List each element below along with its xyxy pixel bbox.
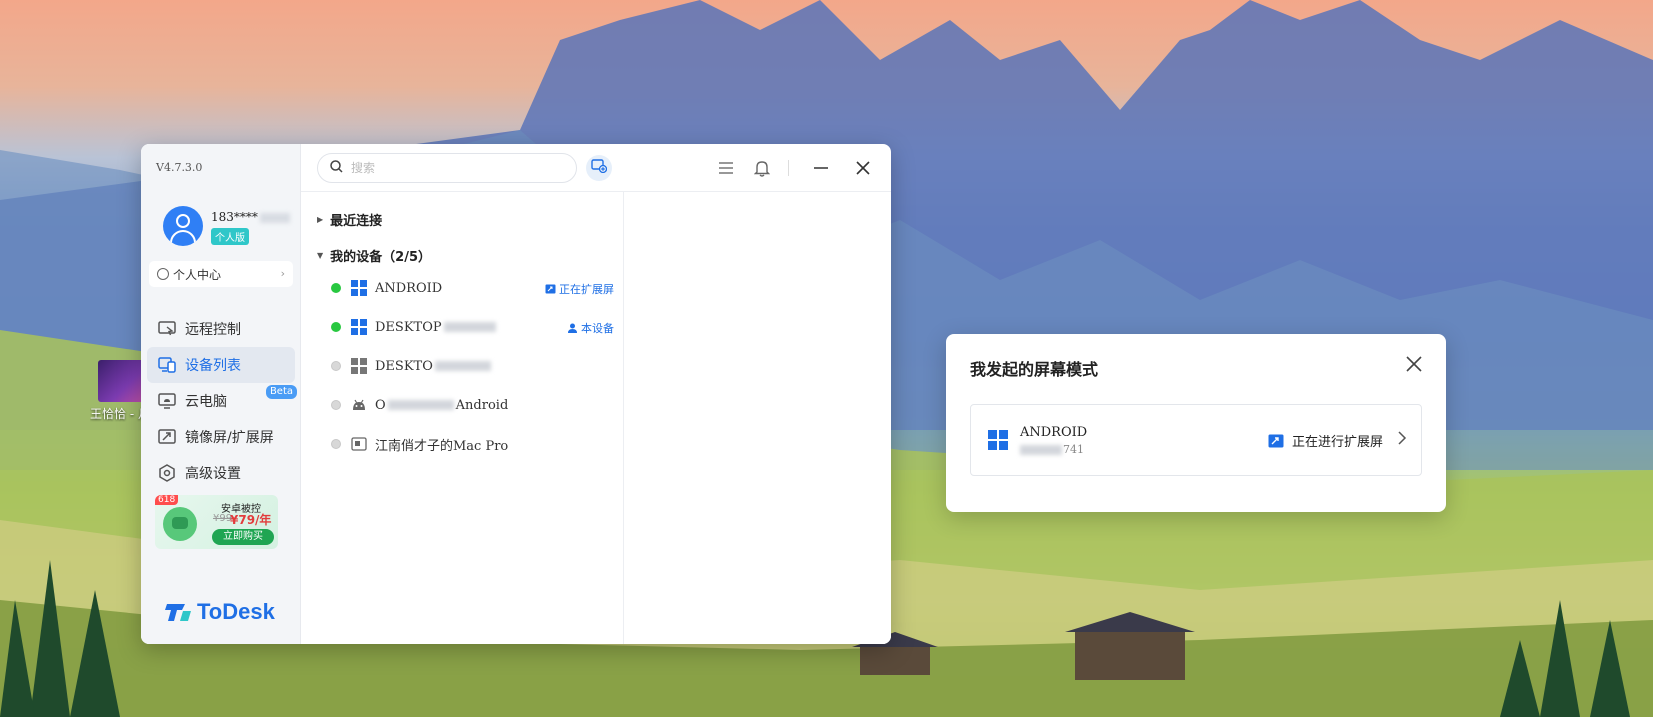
promo-tag: 618 bbox=[155, 495, 179, 505]
search-box[interactable] bbox=[317, 153, 577, 183]
sidebar-item-label: 镜像屏/扩展屏 bbox=[185, 430, 274, 446]
sidebar-item-mirror-screen[interactable]: 镜像屏/扩展屏 bbox=[147, 419, 295, 455]
online-status-dot bbox=[331, 322, 341, 332]
device-status-this-device: 本设备 bbox=[567, 320, 614, 336]
caret-right-icon: ▶ bbox=[317, 215, 324, 224]
windows-icon bbox=[351, 358, 367, 374]
add-device-button[interactable] bbox=[586, 155, 612, 181]
window-controls bbox=[702, 156, 875, 180]
device-detail-pane bbox=[624, 192, 891, 644]
top-bar bbox=[301, 144, 891, 192]
plan-badge: 个人版 bbox=[211, 228, 249, 245]
extend-screen-icon bbox=[545, 284, 556, 294]
device-row[interactable]: 江南俏才子的Mac Pro bbox=[331, 426, 616, 462]
offline-status-dot bbox=[331, 439, 341, 449]
profile-center-label: 个人中心 bbox=[173, 267, 222, 282]
session-status: 正在进行扩展屏 bbox=[1268, 431, 1383, 450]
todesk-logo: ToDesk bbox=[165, 599, 275, 625]
bell-icon[interactable] bbox=[750, 156, 774, 180]
group-my-devices[interactable]: ▼ 我的设备（2/5） bbox=[317, 246, 431, 265]
sidebar-item-remote-control[interactable]: 远程控制 bbox=[147, 311, 295, 347]
mac-icon bbox=[351, 436, 367, 452]
screen-mode-popup: 我发起的屏幕模式 ANDROID 741 正在进行扩展屏 bbox=[946, 334, 1446, 512]
settings-icon bbox=[157, 464, 177, 482]
offline-status-dot bbox=[331, 361, 341, 371]
promo-new-price: ¥79/年 bbox=[230, 513, 272, 527]
sidebar-item-label: 高级设置 bbox=[185, 466, 241, 482]
device-row[interactable]: O Android bbox=[331, 387, 616, 423]
promo-banner[interactable]: 618 安卓被控 ¥99 ¥79/年 立即购买 bbox=[155, 495, 278, 549]
profile-center-button[interactable]: 个人中心 › bbox=[149, 261, 293, 287]
device-name-prefix: O bbox=[375, 397, 386, 413]
device-status-extending[interactable]: 正在扩展屏 bbox=[545, 281, 614, 297]
user-icon bbox=[568, 323, 577, 333]
session-status-label: 正在进行扩展屏 bbox=[1291, 435, 1383, 450]
device-row[interactable]: DESKTO bbox=[331, 348, 616, 384]
toolbar-divider bbox=[788, 160, 789, 176]
close-icon[interactable] bbox=[1404, 354, 1424, 374]
device-status-label: 本设备 bbox=[581, 322, 614, 335]
caret-down-icon: ▼ bbox=[317, 251, 324, 260]
sidebar-item-label: 设备列表 bbox=[185, 358, 241, 374]
chevron-right-icon: › bbox=[280, 267, 285, 280]
minimize-icon[interactable] bbox=[809, 156, 833, 180]
beta-badge: Beta bbox=[265, 385, 297, 399]
device-name: DESKTOP bbox=[375, 319, 442, 335]
device-name: 江南俏才子的Mac Pro bbox=[375, 438, 509, 454]
cloud-pc-icon bbox=[157, 392, 177, 410]
close-icon[interactable] bbox=[851, 156, 875, 180]
monitor-remote-icon bbox=[157, 320, 177, 338]
group-label: 最近连接 bbox=[330, 214, 383, 229]
android-robot-icon bbox=[163, 507, 197, 541]
device-row[interactable]: DESKTOP 本设备 bbox=[331, 309, 616, 345]
device-list-panel: ▶ 最近连接 ▼ 我的设备（2/5） ANDROID 正在扩展屏 DESKTOP… bbox=[301, 192, 624, 644]
promo-buy-button[interactable]: 立即购买 bbox=[212, 529, 274, 545]
screen-session-card[interactable]: ANDROID 741 正在进行扩展屏 bbox=[970, 404, 1422, 476]
group-label: 我的设备（2/5） bbox=[330, 250, 431, 265]
group-recent-connections[interactable]: ▶ 最近连接 bbox=[317, 210, 382, 229]
popup-title: 我发起的屏幕模式 bbox=[970, 360, 1099, 379]
todesk-logo-text: ToDesk bbox=[197, 599, 275, 624]
avatar[interactable] bbox=[163, 206, 203, 246]
windows-icon bbox=[351, 319, 367, 335]
extend-screen-icon bbox=[1268, 434, 1284, 447]
offline-status-dot bbox=[331, 400, 341, 410]
mirror-screen-icon bbox=[157, 428, 177, 446]
android-icon bbox=[351, 397, 367, 413]
chevron-right-icon[interactable] bbox=[1397, 430, 1407, 450]
version-label: V4.7.3.0 bbox=[156, 161, 203, 174]
add-device-icon bbox=[591, 159, 608, 177]
search-input[interactable] bbox=[351, 161, 551, 175]
sidebar-item-device-list[interactable]: 设备列表 bbox=[147, 347, 295, 383]
sidebar-item-label: 远程控制 bbox=[185, 322, 241, 338]
device-name-suffix: Android bbox=[455, 397, 509, 413]
windows-icon bbox=[351, 280, 367, 296]
sidebar-nav: 远程控制 设备列表 云电脑 Beta 镜像屏/扩展屏 高级设置 bbox=[147, 311, 297, 491]
windows-icon bbox=[988, 430, 1008, 450]
sidebar: V4.7.3.0 183**** 个人版 个人中心 › 远程控制 设备列表 云电… bbox=[141, 144, 301, 644]
devices-icon bbox=[157, 356, 177, 374]
search-icon bbox=[330, 159, 343, 177]
device-status-label: 正在扩展屏 bbox=[559, 283, 614, 296]
todesk-logo-icon bbox=[165, 601, 193, 623]
online-status-dot bbox=[331, 283, 341, 293]
todesk-window: V4.7.3.0 183**** 个人版 个人中心 › 远程控制 设备列表 云电… bbox=[141, 144, 891, 644]
session-device-name: ANDROID bbox=[1020, 425, 1088, 440]
device-name: DESKTO bbox=[375, 358, 433, 374]
user-circle-icon bbox=[157, 268, 169, 280]
session-device-id: 741 bbox=[1020, 443, 1084, 456]
sidebar-item-cloud-pc[interactable]: 云电脑 Beta bbox=[147, 383, 297, 419]
menu-icon[interactable] bbox=[714, 156, 738, 180]
device-name: ANDROID bbox=[375, 280, 443, 296]
device-row[interactable]: ANDROID 正在扩展屏 bbox=[331, 270, 616, 306]
desktop-shortcut-icon[interactable] bbox=[98, 360, 146, 402]
username: 183**** bbox=[211, 210, 290, 224]
sidebar-item-advanced-settings[interactable]: 高级设置 bbox=[147, 455, 295, 491]
sidebar-item-label: 云电脑 bbox=[185, 394, 227, 410]
